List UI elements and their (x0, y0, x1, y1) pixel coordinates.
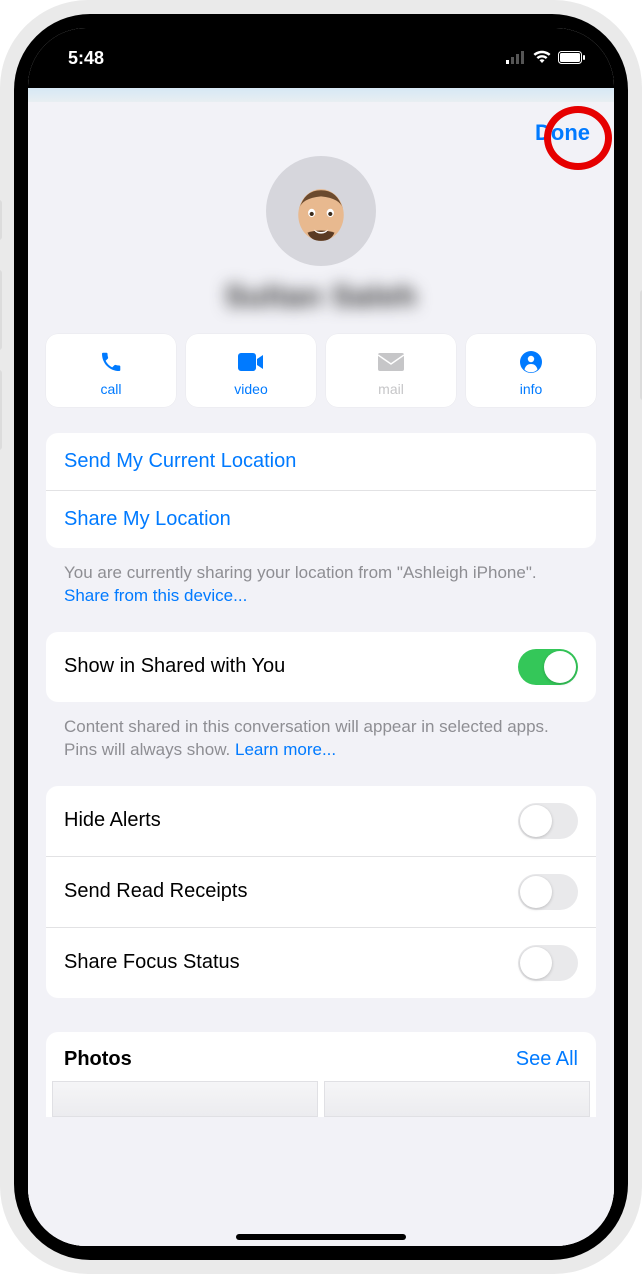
send-current-location[interactable]: Send My Current Location (46, 433, 596, 491)
photos-header: Photos See All (46, 1032, 596, 1081)
settings-group: Hide Alerts Send Read Receipts Share Foc… (46, 786, 596, 998)
content-area: Done (28, 88, 614, 1246)
sheet-header: Done (46, 102, 596, 156)
cellular-icon (506, 48, 526, 69)
location-footer-text: You are currently sharing your location … (64, 563, 537, 582)
contact-sheet: Done (28, 102, 614, 1246)
focus-status-toggle[interactable] (518, 945, 578, 981)
focus-status-row[interactable]: Share Focus Status (46, 928, 596, 998)
spacer (46, 1008, 596, 1032)
read-receipts-toggle[interactable] (518, 874, 578, 910)
shared-with-you-toggle[interactable] (518, 649, 578, 685)
home-indicator[interactable] (236, 1234, 406, 1240)
status-indicators (506, 48, 586, 69)
hide-alerts-toggle[interactable] (518, 803, 578, 839)
contact-name: Sultan Saleh (225, 280, 417, 314)
silent-switch (0, 200, 2, 240)
photos-title: Photos (64, 1048, 132, 1071)
read-receipts-row[interactable]: Send Read Receipts (46, 857, 596, 928)
shared-with-you-group: Show in Shared with You (46, 632, 596, 702)
photo-thumbnail[interactable] (52, 1081, 318, 1117)
call-label: call (100, 381, 121, 397)
battery-icon (558, 48, 586, 69)
video-icon (238, 348, 264, 376)
device-frame: 5:48 Don (0, 0, 642, 1274)
volume-down-button (0, 370, 2, 450)
photo-thumbnail[interactable] (324, 1081, 590, 1117)
location-group: Send My Current Location Share My Locati… (46, 433, 596, 548)
wifi-icon (532, 48, 552, 69)
device-bezel: 5:48 Don (14, 14, 628, 1260)
contact-avatar[interactable] (266, 156, 376, 266)
person-icon (519, 348, 543, 376)
memoji-icon (290, 184, 352, 246)
share-my-location[interactable]: Share My Location (46, 491, 596, 548)
volume-up-button (0, 270, 2, 350)
photos-thumbnails (46, 1081, 596, 1117)
video-button[interactable]: video (186, 334, 316, 407)
video-label: video (234, 381, 267, 397)
shared-with-you-row[interactable]: Show in Shared with You (46, 632, 596, 702)
action-buttons-row: call video mail (46, 334, 596, 407)
shared-with-you-footer: Content shared in this conversation will… (46, 712, 596, 786)
mail-icon (378, 348, 404, 376)
done-button[interactable]: Done (535, 120, 590, 146)
contact-header: Sultan Saleh (46, 156, 596, 334)
phone-icon (99, 348, 123, 376)
call-button[interactable]: call (46, 334, 176, 407)
info-button[interactable]: info (466, 334, 596, 407)
learn-more-link[interactable]: Learn more... (235, 740, 336, 759)
hide-alerts-row[interactable]: Hide Alerts (46, 786, 596, 857)
share-from-device-link[interactable]: Share from this device... (64, 586, 247, 605)
info-label: info (520, 381, 543, 397)
status-time: 5:48 (68, 48, 104, 69)
background-strip (28, 88, 614, 102)
read-receipts-label: Send Read Receipts (64, 880, 247, 903)
shared-with-you-label: Show in Shared with You (64, 655, 285, 678)
mail-button: mail (326, 334, 456, 407)
focus-status-label: Share Focus Status (64, 951, 240, 974)
notch (201, 28, 441, 62)
mail-label: mail (378, 381, 404, 397)
location-footer: You are currently sharing your location … (46, 558, 596, 632)
screen: 5:48 Don (28, 28, 614, 1246)
photos-see-all[interactable]: See All (516, 1048, 578, 1071)
hide-alerts-label: Hide Alerts (64, 809, 161, 832)
